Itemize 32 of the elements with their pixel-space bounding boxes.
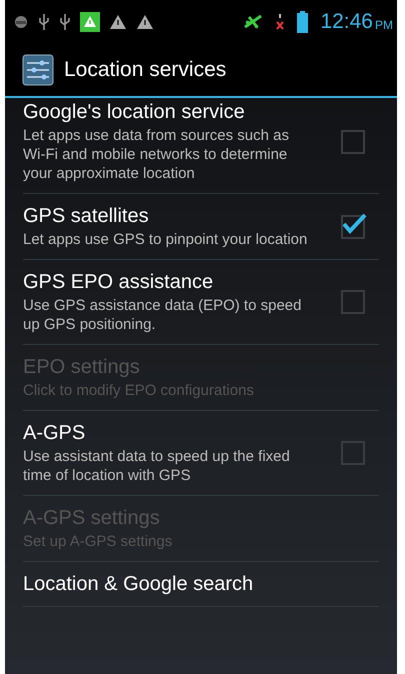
- setting-title: GPS satellites: [23, 204, 150, 228]
- usb-icon: [59, 13, 71, 31]
- setting-summary: Use GPS assistance data (EPO) to speed up GPS positioning.: [23, 296, 302, 334]
- setting-summary: Use assistant data to speed up the fixed time of location with GPS: [23, 447, 291, 485]
- setting-title: Location & Google search: [23, 572, 254, 596]
- setting-summary: Click to modify EPO configurations: [23, 381, 255, 400]
- clock: 12:46: [320, 10, 373, 34]
- warning-icon: [80, 12, 100, 32]
- setting-summary: Let apps use GPS to pinpoint your location: [23, 230, 308, 249]
- setting-title: EPO settings: [23, 355, 141, 379]
- checkbox[interactable]: [341, 290, 365, 314]
- clock-meridiem: PM: [375, 18, 393, 32]
- setting-item[interactable]: GPS satellites Let apps use GPS to pinpoint your location: [23, 194, 379, 260]
- airplane-icon: [243, 13, 264, 31]
- setting-title: A-GPS: [23, 421, 86, 445]
- screen-title: Location services: [64, 58, 226, 82]
- setting-title: Google's location service: [23, 100, 246, 124]
- setting-title: GPS EPO assistance: [23, 270, 214, 294]
- setting-item[interactable]: Location & Google search: [23, 562, 379, 607]
- checkbox[interactable]: [341, 441, 365, 465]
- usb-icon: [38, 13, 50, 31]
- warning-icon: [109, 14, 127, 30]
- setting-item[interactable]: A-GPS Use assistant data to speed up the fixed time of location with GPS: [23, 411, 379, 496]
- setting-item[interactable]: Google's location service Let apps use data from sources such as Wi-Fi and mobile networks to determine your approximate location: [23, 90, 379, 194]
- checkbox[interactable]: [341, 130, 365, 154]
- setting-item[interactable]: GPS EPO assistance Use GPS assistance data (EPO) to speed up GPS positioning.: [23, 260, 379, 345]
- no-signal-icon: [275, 13, 286, 31]
- settings-sliders-icon[interactable]: [22, 54, 54, 86]
- battery-icon: [297, 11, 308, 33]
- setting-summary: Let apps use data from sources such as Wi-Fi and mobile networks to determine your approximate location: [23, 126, 290, 183]
- checkbox[interactable]: [341, 214, 365, 238]
- warning-icon: [136, 14, 154, 30]
